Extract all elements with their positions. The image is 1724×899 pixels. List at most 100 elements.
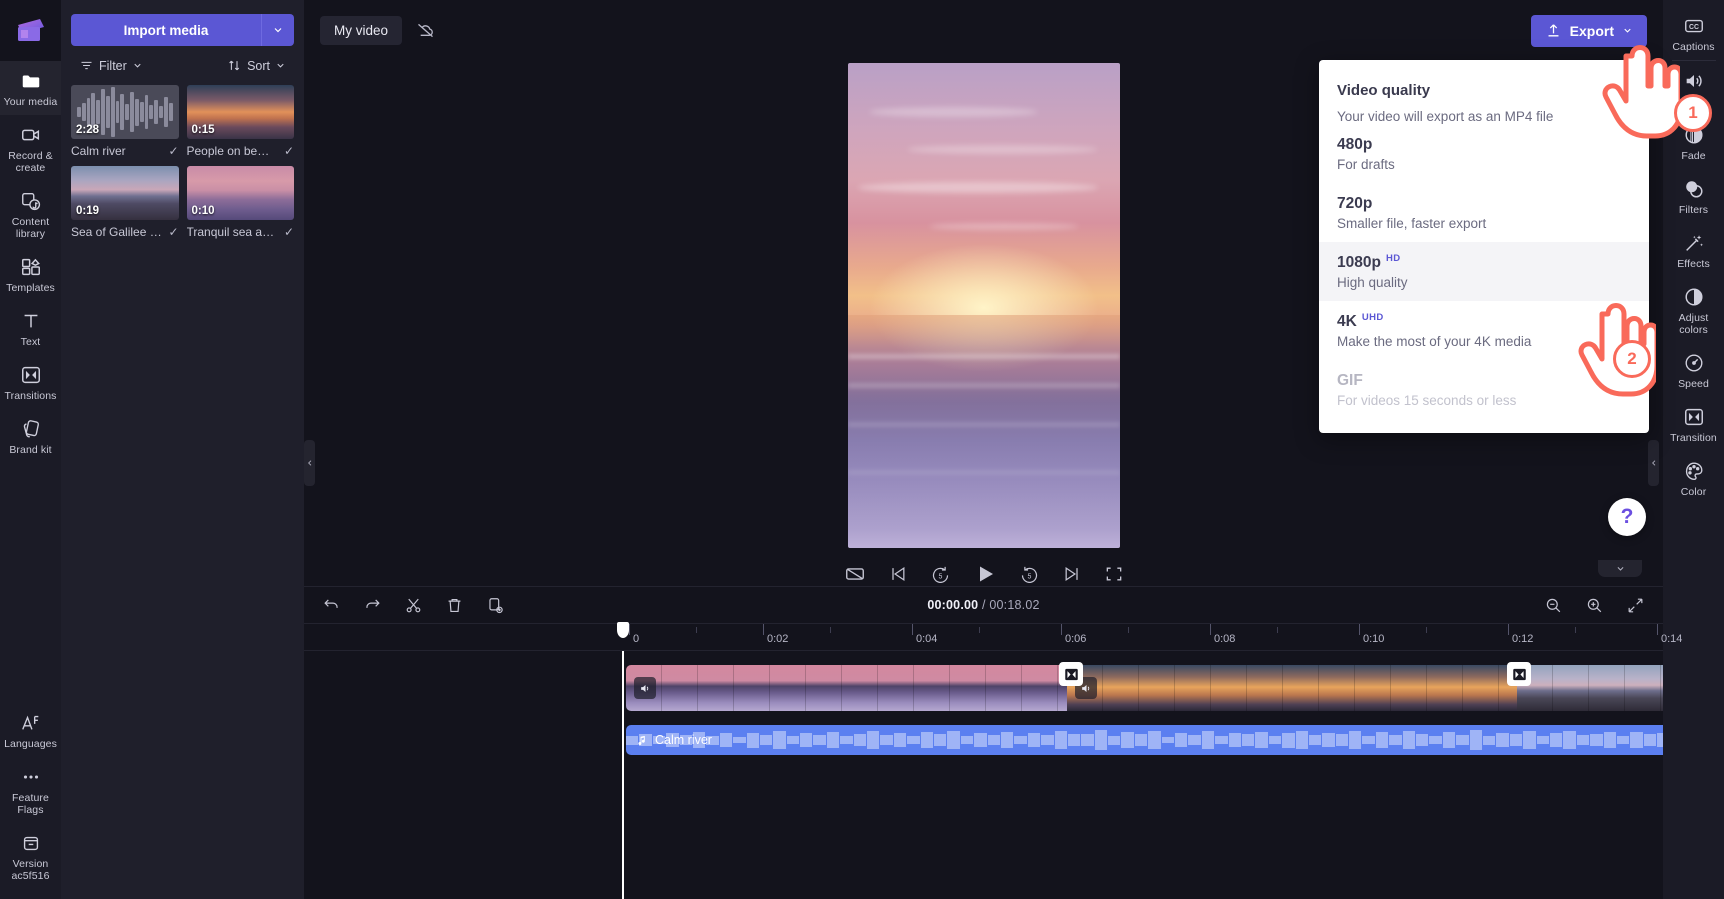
zoom-in-button[interactable] [1585, 596, 1604, 615]
undo-button[interactable] [322, 596, 341, 615]
quality-name: 4K [1337, 313, 1357, 330]
jump-to-end-button[interactable] [1062, 564, 1082, 584]
collapse-right-rail-button[interactable] [1648, 440, 1659, 486]
timeline-ruler[interactable]: 0 0:02 0:04 0:06 0:08 0:10 0:12 0:14 0:1… [304, 622, 1682, 651]
fit-timeline-button[interactable] [1626, 596, 1645, 615]
rewind-5-seconds-button[interactable]: 5 [930, 564, 951, 585]
trash-icon [448, 598, 461, 612]
media-thumbnail[interactable]: 2:28 [71, 85, 179, 139]
forward-5-seconds-button[interactable]: 5 [1019, 564, 1040, 585]
media-thumbnail[interactable]: 0:10 [186, 166, 294, 220]
clip-filmstrip [1517, 665, 1663, 711]
sort-button[interactable]: Sort [227, 58, 286, 73]
media-title: Tranquil sea a… [186, 225, 275, 239]
media-item[interactable]: 2:28 Calm river ✓ [71, 85, 179, 158]
toggle-captions-button[interactable] [844, 563, 866, 585]
sidebar-item-record-create[interactable]: Record & create [0, 115, 61, 181]
popover-title: Video quality [1337, 82, 1431, 99]
chevron-down-icon [1617, 567, 1623, 571]
upload-arrow-icon [1548, 24, 1559, 37]
sidebar-item-filters[interactable]: Filters [1663, 169, 1724, 223]
media-thumbnail[interactable]: 0:15 [186, 85, 294, 139]
media-checked-icon: ✓ [168, 225, 179, 239]
forward-5-icon: 5 [1021, 566, 1037, 583]
media-name-row: Calm river ✓ [71, 144, 179, 158]
redo-button[interactable] [363, 596, 382, 615]
duplicate-button[interactable] [486, 596, 505, 615]
timeline-tracks: Calm river [304, 651, 1663, 899]
sidebar-item-captions[interactable]: CC Captions [1663, 6, 1724, 60]
people-on-beach-clip[interactable] [1067, 665, 1517, 711]
quality-description: Smaller file, faster export [1337, 216, 1487, 231]
transitions-icon [1512, 668, 1526, 680]
sidebar-item-brand-kit[interactable]: Brand kit [0, 409, 61, 463]
media-thumbnail[interactable]: 0:19 [71, 166, 179, 220]
transition-badge[interactable] [1059, 662, 1083, 686]
sidebar-item-languages[interactable]: Languages [0, 703, 61, 757]
tranquil-sea-clip[interactable] [626, 665, 1067, 711]
sidebar-item-version[interactable]: Version ac5f516 [0, 823, 61, 889]
sidebar-item-templates[interactable]: Templates [0, 247, 61, 301]
cloud-sync-status-button[interactable] [410, 16, 440, 46]
clip-mute-button[interactable] [634, 677, 656, 699]
skip-forward-icon [1065, 566, 1078, 582]
sidebar-item-text[interactable]: Text [0, 301, 61, 355]
video-camera-icon [21, 129, 39, 141]
ruler-tick-label: 0:04 [916, 633, 938, 645]
zoom-out-button[interactable] [1544, 596, 1563, 615]
quality-option-720p[interactable]: 720p Smaller file, faster export [1319, 183, 1649, 242]
sidebar-item-label: Captions [1672, 41, 1715, 53]
playhead-handle[interactable] [617, 622, 629, 638]
split-button[interactable] [404, 596, 423, 615]
fullscreen-button[interactable] [1104, 564, 1124, 584]
sidebar-item-your-media[interactable]: Your media [0, 61, 61, 115]
video-preview-canvas[interactable] [847, 63, 1120, 548]
sidebar-item-transitions[interactable]: Transitions [0, 355, 61, 409]
export-button[interactable]: Export [1530, 14, 1647, 47]
sidebar-item-label: Templates [6, 282, 55, 294]
transition-badge[interactable] [1507, 662, 1531, 686]
import-media-button[interactable]: Import media [71, 14, 261, 46]
media-item[interactable]: 0:10 Tranquil sea a… ✓ [186, 166, 294, 239]
filter-label: Filter [99, 58, 127, 73]
quality-name: GIF [1337, 372, 1363, 389]
audio-track-calm-river[interactable]: Calm river [626, 725, 1663, 755]
current-time: 00:00.00 [927, 598, 979, 612]
media-item[interactable]: 0:15 People on be… ✓ [186, 85, 294, 158]
clipchamp-logo[interactable] [0, 0, 61, 61]
sea-of-galilee-clip[interactable] [1517, 665, 1663, 711]
quality-option-1080p[interactable]: 1080p HD High quality [1319, 242, 1649, 301]
right-properties-rail: CC Captions Audio Fade Fi [1663, 0, 1724, 899]
text-icon [24, 314, 37, 328]
jump-to-start-button[interactable] [888, 564, 908, 584]
step-badge-1: 1 [1674, 94, 1712, 132]
quality-option-480p[interactable]: 480p For drafts [1319, 124, 1649, 183]
ruler-tick-label: 0 [633, 633, 640, 645]
media-item[interactable]: 0:19 Sea of Galilee … ✓ [71, 166, 179, 239]
sidebar-item-adjust-colors[interactable]: Adjust colors [1663, 277, 1724, 343]
collapse-preview-button[interactable] [1598, 560, 1642, 577]
sidebar-item-color[interactable]: Color [1663, 451, 1724, 505]
clipchamp-logo-icon [17, 18, 44, 41]
sidebar-item-transition[interactable]: Transition [1663, 397, 1724, 451]
sidebar-item-speed[interactable]: Speed [1663, 343, 1724, 397]
sidebar-item-effects[interactable]: Effects [1663, 223, 1724, 277]
import-media-row: Import media [71, 14, 294, 46]
sidebar-item-label: Version ac5f516 [11, 858, 50, 882]
sidebar-item-feature-flags[interactable]: Feature Flags [0, 757, 61, 823]
help-button[interactable]: ? [1608, 498, 1646, 536]
sidebar-item-content-library[interactable]: Content library [0, 181, 61, 247]
import-media-dropdown-button[interactable] [261, 14, 294, 46]
quality-option-4k[interactable]: 4K UHD Make the most of your 4K media [1319, 301, 1649, 360]
templates-icon [21, 258, 40, 276]
delete-button[interactable] [445, 596, 464, 615]
collapse-media-panel-button[interactable] [304, 440, 315, 486]
project-title-tab[interactable]: My video [320, 16, 403, 45]
media-checked-icon: ✓ [283, 144, 294, 158]
media-checked-icon: ✓ [168, 144, 179, 158]
zoom-in-icon [1587, 598, 1602, 612]
quality-badge-hd: HD [1385, 253, 1401, 264]
play-button[interactable] [973, 562, 997, 586]
filter-button[interactable]: Filter [79, 58, 143, 73]
ruler-tick-label: 0:12 [1512, 633, 1534, 645]
